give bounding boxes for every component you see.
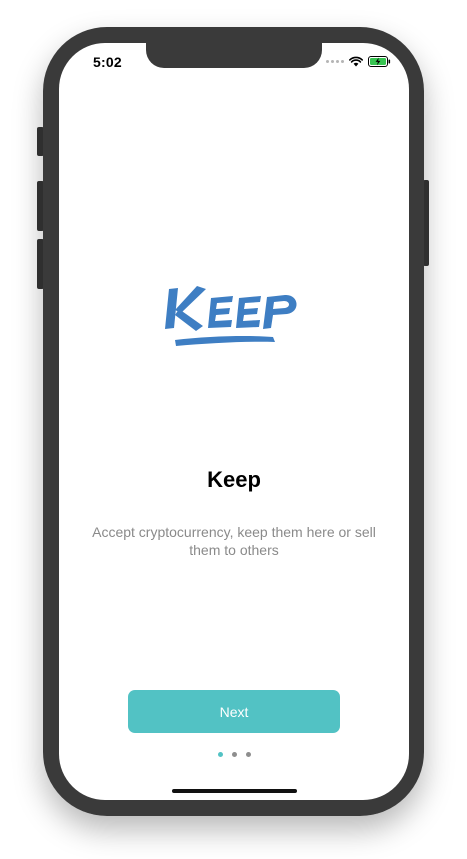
- wifi-icon: [349, 56, 363, 67]
- signal-icon: [326, 60, 344, 63]
- screen: 5:02 Keep Accept cryptocurrency, keep th…: [59, 43, 409, 800]
- device-mockup: 5:02 Keep Accept cryptocurrency, keep th…: [0, 0, 467, 859]
- page-dot-2[interactable]: [231, 752, 237, 757]
- notch: [146, 43, 322, 68]
- page-dot-3[interactable]: [245, 752, 251, 757]
- keep-logo: [165, 286, 297, 346]
- battery-charging-icon: [368, 56, 391, 67]
- page-dot-1[interactable]: [217, 752, 223, 757]
- status-time: 5:02: [93, 54, 122, 70]
- home-indicator[interactable]: [172, 789, 297, 793]
- onboarding-title: Keep: [207, 467, 261, 492]
- page-indicator: [59, 752, 409, 757]
- status-icons: [326, 56, 391, 67]
- next-button[interactable]: Next: [128, 690, 340, 733]
- onboarding-description: Accept cryptocurrency, keep them here or…: [92, 524, 376, 558]
